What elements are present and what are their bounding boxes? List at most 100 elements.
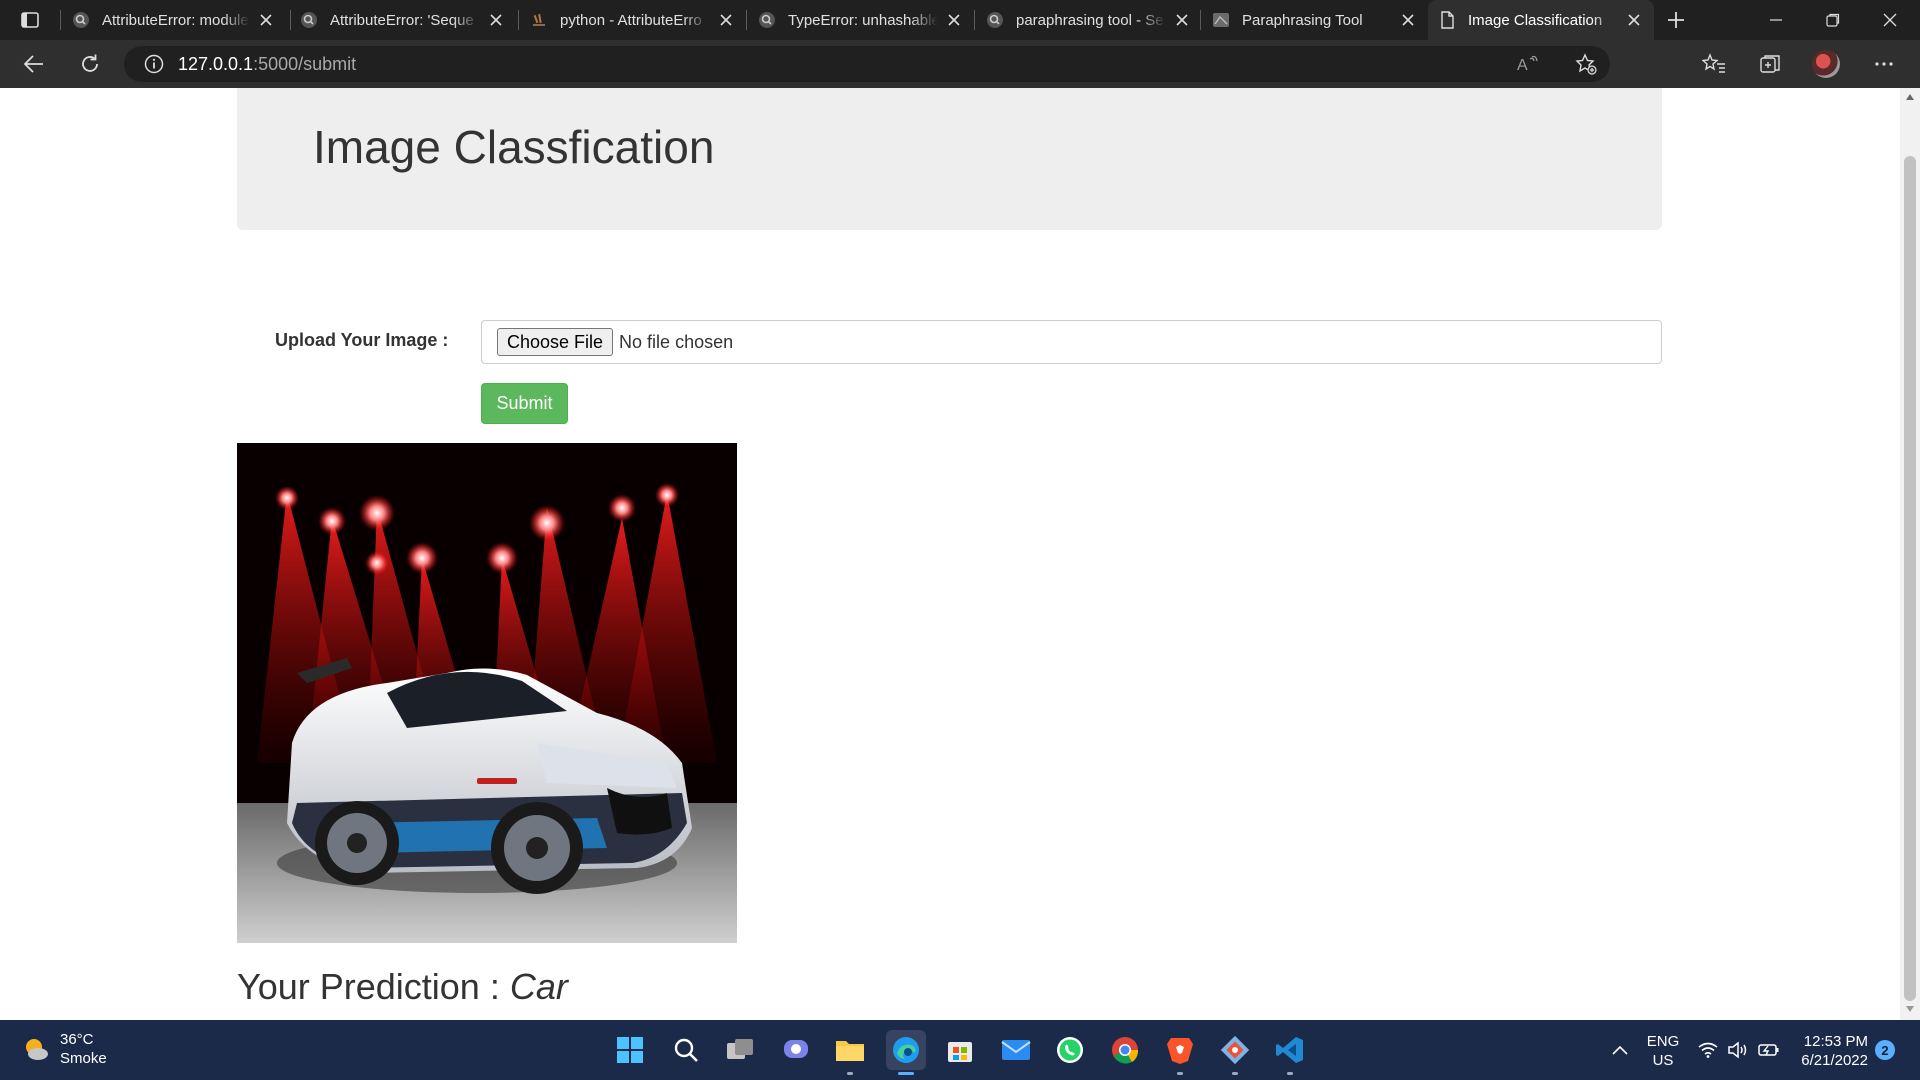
tab-title: TypeError: unhashable: [788, 11, 938, 29]
submit-button[interactable]: Submit: [481, 383, 568, 424]
windows-start-icon[interactable]: [610, 1030, 650, 1070]
site-info-icon[interactable]: [144, 54, 164, 74]
favorites-button[interactable]: [1696, 48, 1732, 80]
tab-title: Paraphrasing Tool: [1242, 11, 1363, 29]
tab-title: python - AttributeErro: [560, 11, 702, 29]
store-icon[interactable]: [940, 1030, 980, 1070]
language-code: ENG: [1646, 1033, 1680, 1050]
file-upload-input[interactable]: Choose File No file chosen: [481, 320, 1662, 364]
running-indicator: [898, 1072, 914, 1075]
tab-5[interactable]: paraphrasing tool - Se: [976, 0, 1202, 40]
wifi-icon[interactable]: [1696, 1020, 1720, 1080]
tab-4[interactable]: TypeError: unhashable: [748, 0, 974, 40]
search-icon: [759, 12, 775, 28]
weather-temperature: 36°C: [60, 1031, 94, 1048]
scroll-down-arrow-icon[interactable]: [1906, 1006, 1914, 1012]
url-text: 127.0.0.1:5000/submit: [178, 54, 356, 75]
tab-strip: AttributeError: module AttributeError: '…: [0, 0, 1920, 40]
browser-toolbar: 127.0.0.1:5000/submit A: [0, 40, 1920, 88]
running-indicator: [1232, 1072, 1238, 1075]
tab-1[interactable]: AttributeError: module: [62, 0, 286, 40]
choose-file-button[interactable]: Choose File: [497, 328, 614, 356]
scrollbar-thumb[interactable]: [1904, 156, 1916, 1001]
battery-icon[interactable]: [1756, 1020, 1782, 1080]
brave-icon[interactable]: [1160, 1030, 1200, 1075]
address-bar[interactable]: 127.0.0.1:5000/submit A: [124, 46, 1610, 82]
refresh-icon: [82, 54, 98, 72]
back-button[interactable]: [16, 48, 52, 80]
git-icon[interactable]: [1215, 1030, 1255, 1075]
page-title: Image Classfication: [313, 121, 715, 173]
chrome-icon[interactable]: [1105, 1030, 1145, 1070]
scroll-up-arrow-icon[interactable]: [1906, 94, 1914, 100]
weather-widget[interactable]: 36°C Smoke: [22, 1030, 107, 1068]
star-add-icon: [1575, 53, 1597, 75]
uploaded-image: [237, 443, 737, 943]
stackoverflow-icon: [533, 13, 545, 26]
close-icon[interactable]: [716, 10, 736, 30]
close-icon[interactable]: [1172, 10, 1192, 30]
new-tab-button[interactable]: [1660, 6, 1692, 34]
close-window-button[interactable]: [1862, 0, 1918, 40]
vscode-icon[interactable]: [1270, 1030, 1310, 1075]
close-icon: [1883, 13, 1897, 27]
file-explorer-icon[interactable]: [830, 1030, 870, 1075]
search-icon: [987, 12, 1003, 28]
upload-label: Upload Your Image :: [275, 330, 449, 350]
url-path: :5000/submit: [253, 53, 357, 74]
vertical-scrollbar[interactable]: [1900, 88, 1920, 1020]
show-hidden-icons-button[interactable]: [1606, 1020, 1634, 1080]
restore-button[interactable]: [1805, 0, 1861, 40]
close-icon[interactable]: [944, 10, 964, 30]
back-arrow-icon: [23, 55, 43, 73]
tab-title: paraphrasing tool - Se: [1016, 11, 1164, 29]
svg-text:A: A: [1517, 57, 1528, 73]
tab-6[interactable]: Paraphrasing Tool: [1202, 0, 1428, 40]
tab-separator: [518, 10, 519, 30]
notification-badge[interactable]: 2: [1875, 1040, 1895, 1060]
tab-separator: [1200, 10, 1201, 30]
search-icon: [73, 12, 89, 28]
prediction-result: Your Prediction : Car: [237, 966, 568, 1008]
car-image-illustration: [237, 443, 737, 943]
add-favorite-button[interactable]: [1568, 46, 1604, 82]
close-icon[interactable]: [486, 10, 506, 30]
system-clock[interactable]: 12:53 PM 6/21/2022: [1796, 1032, 1868, 1070]
tab-3[interactable]: python - AttributeErro: [520, 0, 746, 40]
read-aloud-icon: A: [1517, 55, 1538, 73]
settings-menu-button[interactable]: [1866, 48, 1902, 80]
language-indicator[interactable]: ENG US: [1646, 1032, 1680, 1070]
site-icon: [1213, 13, 1229, 27]
edge-icon[interactable]: [886, 1030, 926, 1075]
windows-taskbar: 36°C Smoke ENG US 12:53 PM 6/21/2022 2: [0, 1020, 1920, 1080]
refresh-button[interactable]: [72, 48, 108, 80]
read-aloud-button[interactable]: A: [1510, 46, 1546, 82]
tab-separator: [60, 10, 61, 30]
volume-icon[interactable]: [1726, 1020, 1750, 1080]
minimize-icon: [1770, 19, 1782, 21]
running-indicator: [847, 1072, 853, 1075]
collections-button[interactable]: [1752, 48, 1788, 80]
header-jumbotron: Image Classfication: [237, 88, 1662, 230]
tab-7-active[interactable]: Image Classification: [1428, 0, 1654, 40]
tab-actions-button[interactable]: [14, 8, 46, 32]
whatsapp-icon[interactable]: [1050, 1030, 1090, 1070]
weather-icon: [26, 1039, 48, 1060]
chevron-up-icon: [1612, 1045, 1628, 1055]
no-file-chosen-text: No file chosen: [619, 331, 734, 352]
close-icon[interactable]: [256, 10, 276, 30]
close-icon[interactable]: [1624, 10, 1644, 30]
profile-avatar[interactable]: [1812, 50, 1840, 78]
minimize-button[interactable]: [1748, 0, 1804, 40]
teams-chat-icon[interactable]: [776, 1030, 816, 1070]
more-options-icon: [1875, 62, 1893, 66]
page-viewport: Image Classfication Upload Your Image : …: [0, 88, 1900, 1020]
close-icon[interactable]: [1398, 10, 1418, 30]
mail-icon[interactable]: [996, 1030, 1036, 1070]
restore-icon: [1826, 13, 1840, 27]
running-indicator: [1177, 1072, 1183, 1075]
weather-description: Smoke: [60, 1050, 107, 1067]
search-icon[interactable]: [666, 1030, 706, 1070]
task-view-icon[interactable]: [720, 1030, 760, 1070]
tab-2[interactable]: AttributeError: 'Seque: [290, 0, 516, 40]
